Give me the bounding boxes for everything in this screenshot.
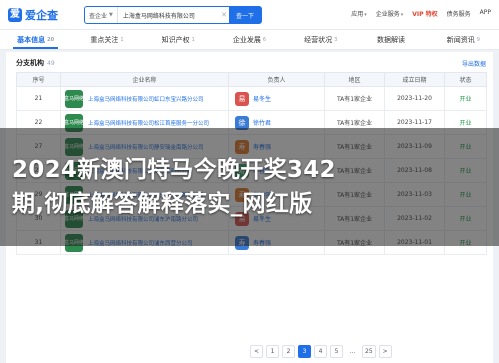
- tab-count: 6: [262, 36, 267, 43]
- prev-page-button[interactable]: <: [250, 344, 263, 358]
- tab-count: 20: [47, 36, 55, 43]
- page-button[interactable]: 4: [314, 344, 327, 358]
- nav-enterprise-services[interactable]: 企业服务▾: [376, 9, 404, 18]
- tab-label: 数据解读: [377, 35, 406, 44]
- column-header: 地区: [324, 72, 385, 87]
- tab-key-focus[interactable]: 重点关注 1: [71, 30, 142, 49]
- page-button[interactable]: 25: [362, 344, 376, 358]
- table-header-row: 序号 企业名称 负责人 地区 成立日期 状态: [16, 72, 487, 87]
- top-nav: 应用▾ 企业服务▾ VIP 特权 债务服务 APP: [351, 9, 491, 18]
- tab-count: 1: [120, 36, 124, 43]
- company-logo: 盒马网络: [64, 89, 84, 108]
- tab-count: 9: [476, 36, 480, 43]
- tab-label: 企业发展: [232, 35, 261, 44]
- chevron-down-icon: ▼: [109, 12, 113, 18]
- tab-bar: 基本信息 20 重点关注 1 知识产权 1 企业发展 6 经营状况 3 数据解读 新闻资讯…: [0, 30, 499, 50]
- headline-line-2: 期,彻底解答解释落实_网红版: [12, 191, 313, 217]
- date-cell: 2023-11-20: [384, 86, 445, 111]
- tab-operations[interactable]: 经营状况 3: [285, 30, 356, 49]
- tab-label: 知识产权: [161, 35, 190, 44]
- search-scope-select[interactable]: 查企业 ▼: [85, 7, 118, 23]
- page-button[interactable]: 1: [266, 344, 279, 358]
- tab-label: 重点关注: [90, 35, 119, 44]
- column-header: 序号: [16, 72, 61, 87]
- person-cell: 易易冬生: [228, 86, 325, 111]
- column-header: 负责人: [228, 72, 325, 87]
- nav-enterprise-services-label: 企业服务: [375, 11, 400, 18]
- section-title: 分支机构: [16, 59, 44, 67]
- region-cell: TA有1家企业: [324, 86, 385, 111]
- headline-overlay: 2024新澳门特马今晚开奖342 期,彻底解答解释落实_网红版: [0, 128, 499, 246]
- page-button[interactable]: 2: [282, 344, 295, 358]
- tab-label: 新闻资讯: [446, 35, 475, 44]
- pagination: <1 2 3 4 5... 25 >: [250, 344, 392, 358]
- clear-icon[interactable]: ✕: [219, 11, 229, 19]
- person-name-link[interactable]: 易冬生: [253, 94, 271, 103]
- page-button[interactable]: 5: [330, 344, 343, 358]
- tab-data-insight[interactable]: 数据解读: [356, 30, 427, 49]
- column-header: 成立日期: [384, 72, 445, 87]
- nav-debt-services[interactable]: 债务服务: [447, 9, 471, 18]
- company-name-link[interactable]: 上海盒马网络科技有限公司松江首座服务一分公司: [88, 119, 209, 127]
- table-row[interactable]: 21 盒马网络 上海盒马网络科技有限公司虹口东宝兴路分公司易易冬生 TA有1家企业 20…: [16, 86, 487, 111]
- row-number: 21: [16, 86, 61, 111]
- tab-label: 经营状况: [304, 35, 333, 44]
- nav-vip[interactable]: VIP 特权: [412, 9, 437, 18]
- logo-icon: 爱: [8, 8, 22, 22]
- tab-label: 基本信息: [17, 35, 46, 44]
- tab-ip[interactable]: 知识产权 1: [143, 30, 214, 49]
- page-button[interactable]: 3: [298, 344, 311, 358]
- section-header: 分支机构 49 导出数据: [16, 56, 486, 70]
- tab-count: 1: [191, 36, 195, 43]
- company-cell: 盒马网络 上海盒马网络科技有限公司虹口东宝兴路分公司: [60, 86, 229, 111]
- tab-count: 3: [334, 36, 338, 43]
- search-button[interactable]: 查一下: [229, 7, 261, 23]
- headline-line-1: 2024新澳门特马今晚开奖342: [12, 157, 336, 183]
- section-count: 49: [47, 59, 55, 67]
- company-name-link[interactable]: 上海盒马网络科技有限公司虹口东宝兴路分公司: [88, 95, 204, 103]
- logo-text: 爱企查: [25, 9, 58, 22]
- logo[interactable]: 爱 爱企查: [8, 7, 58, 23]
- export-button[interactable]: 导出数据: [462, 59, 486, 68]
- search-box: 查企业 ▼ 上海盒马网络科技有限公司 ✕ 查一下: [84, 6, 262, 24]
- chevron-down-icon: ▾: [364, 12, 367, 18]
- column-header: 企业名称: [60, 72, 229, 87]
- tab-basic-info[interactable]: 基本信息 20: [0, 30, 71, 49]
- next-page-button[interactable]: >: [378, 344, 392, 358]
- nav-apps-label: 应用: [351, 11, 364, 18]
- search-scope-label: 查企业: [89, 12, 108, 20]
- column-header: 状态: [444, 72, 487, 87]
- nav-apps[interactable]: 应用▾: [351, 9, 367, 18]
- search-input[interactable]: 上海盒马网络科技有限公司: [118, 11, 219, 20]
- person-name-link[interactable]: 徐竹君: [253, 118, 271, 127]
- status-badge: 开业: [444, 86, 487, 111]
- tab-news[interactable]: 新闻资讯 9: [428, 30, 499, 49]
- top-bar: 爱 爱企查 查企业 ▼ 上海盒马网络科技有限公司 ✕ 查一下 应用▾ 企业服务▾…: [0, 0, 499, 30]
- avatar: 易: [235, 91, 249, 106]
- nav-app[interactable]: APP: [480, 9, 491, 18]
- tab-development[interactable]: 企业发展 6: [214, 30, 285, 49]
- chevron-down-icon: ▾: [400, 12, 404, 18]
- pagination-ellipsis: ...: [349, 347, 356, 355]
